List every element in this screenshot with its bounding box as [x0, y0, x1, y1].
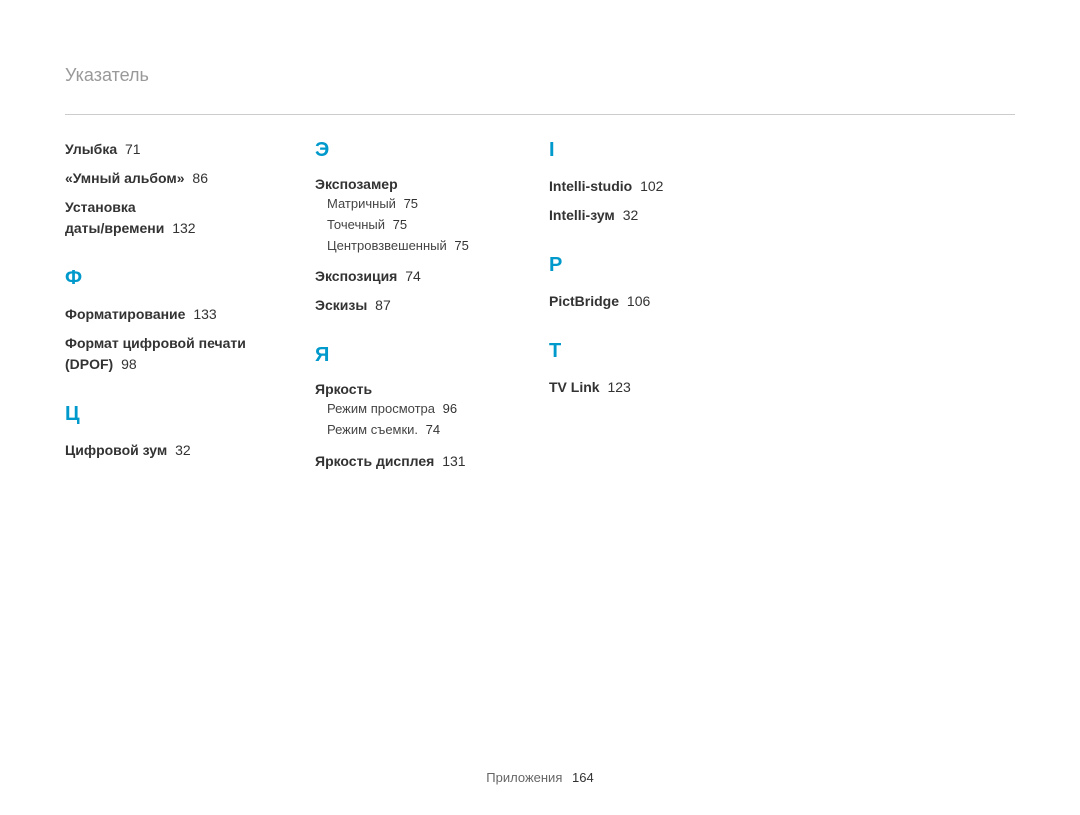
sub-view: Режим просмотра 96 [327, 399, 549, 420]
entry-display-brightness: Яркость дисплея 131 [315, 451, 549, 472]
page-ref: 133 [193, 306, 216, 322]
page-ref: 87 [375, 297, 391, 313]
entry-metering-title: Экспозамер [315, 176, 549, 192]
entry-tvlink: TV Link 123 [549, 377, 799, 398]
entry-brightness: Яркость Режим просмотра 96 Режим съемки.… [315, 381, 549, 441]
entry-format: Форматирование 133 [65, 304, 315, 325]
entry-text: Intelli-зум [549, 207, 615, 223]
footer: Приложения 164 [0, 770, 1080, 785]
page-ref: 74 [426, 422, 440, 437]
page-ref: 86 [192, 170, 208, 186]
page-ref: 74 [405, 268, 421, 284]
page-ref: 32 [175, 442, 191, 458]
sub-matrix: Матричный 75 [327, 194, 549, 215]
entry-dpof: Формат цифровой печати (DPOF) 98 [65, 333, 315, 375]
page-ref: 102 [640, 178, 663, 194]
page-ref: 132 [172, 220, 195, 236]
page-ref: 75 [454, 238, 468, 253]
sub-text: Точечный [327, 217, 385, 232]
entry-text: TV Link [549, 379, 600, 395]
page-ref: 123 [607, 379, 630, 395]
entry-text-line1: Формат цифровой печати [65, 335, 246, 351]
letter-t: T [549, 340, 799, 363]
entry-text-line1: Установка [65, 199, 136, 215]
entry-text: Экспозиция [315, 268, 397, 284]
page-ref: 106 [627, 293, 650, 309]
entry-thumbs: Эскизы 87 [315, 295, 549, 316]
entry-datetime: Установка даты/времени 132 [65, 197, 315, 239]
entry-smile: Улыбка 71 [65, 139, 315, 160]
entry-text-line2: даты/времени [65, 220, 164, 236]
entry-text: Форматирование [65, 306, 185, 322]
letter-ts: Ц [65, 403, 315, 426]
entry-smart-album: «Умный альбом» 86 [65, 168, 315, 189]
column-2: Э Экспозамер Матричный 75 Точечный 75 Це… [315, 139, 549, 480]
letter-i: I [549, 139, 799, 162]
footer-label: Приложения [486, 770, 562, 785]
page-ref: 98 [121, 356, 137, 372]
letter-ya: Я [315, 344, 549, 367]
entry-digital-zoom: Цифровой зум 32 [65, 440, 315, 461]
column-1: Улыбка 71 «Умный альбом» 86 Установка да… [65, 139, 315, 480]
entry-text: Цифровой зум [65, 442, 167, 458]
page-ref: 75 [404, 196, 418, 211]
entry-text: PictBridge [549, 293, 619, 309]
footer-page: 164 [572, 770, 594, 785]
sub-text: Режим просмотра [327, 401, 435, 416]
entry-text: Яркость дисплея [315, 453, 434, 469]
entry-metering: Экспозамер Матричный 75 Точечный 75 Цент… [315, 176, 549, 256]
sub-text: Режим съемки. [327, 422, 418, 437]
divider [65, 114, 1015, 115]
page-ref: 131 [442, 453, 465, 469]
entry-text-line2: (DPOF) [65, 356, 113, 372]
page-ref: 32 [623, 207, 639, 223]
letter-e: Э [315, 139, 549, 162]
page-ref: 75 [393, 217, 407, 232]
index-columns: Улыбка 71 «Умный альбом» 86 Установка да… [65, 139, 1015, 480]
entry-intelli-zoom: Intelli-зум 32 [549, 205, 799, 226]
sub-spot: Точечный 75 [327, 215, 549, 236]
entry-exposure: Экспозиция 74 [315, 266, 549, 287]
page-ref: 71 [125, 141, 141, 157]
sub-text: Центровзвешенный [327, 238, 447, 253]
entry-text: Intelli-studio [549, 178, 632, 194]
sub-shoot: Режим съемки. 74 [327, 420, 549, 441]
entry-text: Эскизы [315, 297, 367, 313]
entry-pictbridge: PictBridge 106 [549, 291, 799, 312]
entry-text: Улыбка [65, 141, 117, 157]
page-ref: 96 [443, 401, 457, 416]
sub-text: Матричный [327, 196, 396, 211]
column-3: I Intelli-studio 102 Intelli-зум 32 P Pi… [549, 139, 799, 480]
page-title: Указатель [65, 65, 1015, 86]
letter-f: Ф [65, 267, 315, 290]
entry-text: «Умный альбом» [65, 170, 185, 186]
sub-center: Центровзвешенный 75 [327, 236, 549, 257]
letter-p: P [549, 254, 799, 277]
entry-brightness-title: Яркость [315, 381, 549, 397]
entry-intelli-studio: Intelli-studio 102 [549, 176, 799, 197]
